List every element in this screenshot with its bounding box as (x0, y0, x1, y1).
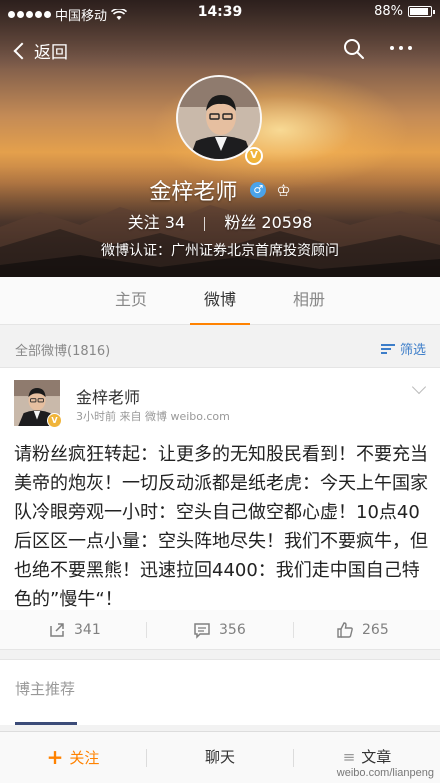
divider (204, 216, 206, 231)
nav-bar: 返回 (0, 30, 440, 70)
status-bar: 中国移动 14:39 88% (0, 0, 440, 26)
repost-count: 341 (74, 622, 101, 638)
all-posts-count: 全部微博(1816) (15, 344, 111, 359)
profile-header: 中国移动 14:39 88% 返回 V 金梓老师 ♂ ♔ 关注 34 粉丝 20… (0, 0, 440, 277)
tab-album[interactable]: 相册 (279, 277, 339, 325)
more-dots-icon[interactable] (390, 46, 412, 50)
watermark: weibo.com/lianpeng (336, 767, 434, 779)
battery-icon (408, 6, 435, 17)
tab-home[interactable]: 主页 (101, 277, 161, 325)
post-card: V 金梓老师 3小时前 来自 微博 weibo.com 请粉丝疯狂转起：让更多的… (0, 367, 440, 645)
repost-icon (50, 623, 64, 637)
chevron-left-icon (13, 42, 31, 59)
back-label: 返回 (34, 43, 68, 63)
plus-icon: + (46, 745, 64, 769)
filter-bar: 全部微博(1816) 筛选 (0, 331, 440, 365)
back-button[interactable]: 返回 (12, 38, 68, 63)
post-actions: 341 356 265 (0, 610, 440, 650)
fans-link[interactable]: 粉丝 20598 (224, 213, 312, 232)
profile-stats: 关注 34 粉丝 20598 (0, 209, 440, 233)
verified-v-icon: V (245, 147, 263, 165)
verification-text: 微博认证：广州证券北京首席投资顾问 (101, 243, 339, 259)
repost-button[interactable]: 341 (48, 610, 101, 650)
comment-button[interactable]: 356 (193, 610, 246, 650)
profile-name: 金梓老师 (149, 180, 238, 205)
following-link[interactable]: 关注 34 (128, 213, 191, 232)
battery-percent: 88% (374, 4, 403, 19)
recommend-title: 博主推荐 (15, 680, 76, 698)
filter-icon (380, 343, 397, 355)
profile-name-row: 金梓老师 ♂ ♔ (0, 174, 440, 206)
comment-count: 356 (219, 622, 246, 638)
post-meta: 3小时前 来自 微博 weibo.com (76, 410, 230, 423)
post-text: 请粉丝疯狂转起：让更多的无知股民看到！不要充当美帝的炮灰！一切反动派都是纸老虎：… (14, 444, 428, 610)
chat-button[interactable]: 聊天 (147, 732, 293, 783)
menu-icon: ≡ (342, 748, 356, 766)
verified-v-icon: V (47, 413, 62, 428)
recommend-section: 博主推荐 (0, 659, 440, 725)
comment-icon (194, 623, 210, 639)
filter-label: 筛选 (399, 343, 426, 358)
recommend-thumb[interactable] (15, 722, 77, 725)
profile-tabs: 主页 微博 相册 (0, 277, 440, 325)
follow-button[interactable]: + 关注 (0, 732, 146, 783)
post-author[interactable]: 金梓老师 (76, 384, 140, 408)
thumbs-up-icon (337, 622, 353, 638)
chevron-down-icon[interactable] (411, 379, 427, 395)
male-icon: ♂ (250, 182, 267, 198)
tab-weibo[interactable]: 微博 (190, 277, 250, 325)
crown-icon: ♔ (276, 180, 291, 200)
filter-button[interactable]: 筛选 (380, 339, 426, 358)
like-button[interactable]: 265 (336, 610, 389, 650)
search-icon[interactable] (342, 37, 366, 61)
like-count: 265 (362, 622, 389, 638)
